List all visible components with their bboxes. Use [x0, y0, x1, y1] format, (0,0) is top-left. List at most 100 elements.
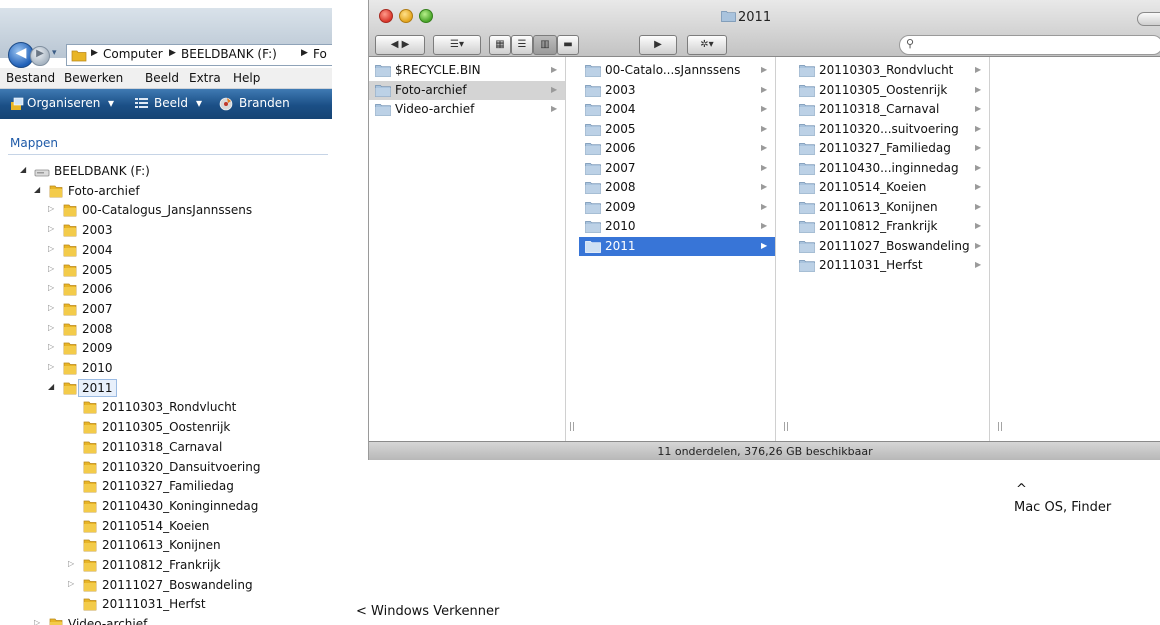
expand-icon[interactable]: ▷ — [48, 204, 54, 213]
folder-icon — [799, 182, 815, 194]
finder-item[interactable]: 20110430...inginnedag ▶ — [793, 159, 989, 178]
arrange-menu-button[interactable]: ☰▾ — [433, 35, 481, 55]
address-area: ◀ ▶ ▾ ▶ Computer ▶ BEELDBANK (F:) ▶ Fo — [0, 8, 332, 68]
action-menu-button[interactable]: ✲▾ — [687, 35, 727, 55]
expand-icon[interactable]: ▷ — [48, 244, 54, 253]
organize-dropdown-icon[interactable]: ▾ — [108, 96, 114, 110]
folder-icon — [585, 104, 601, 116]
folder-icon — [799, 201, 815, 214]
folders-heading[interactable]: Mappen — [10, 136, 58, 150]
organize-button[interactable]: Organiseren — [27, 96, 100, 110]
finder-item-label: 2011 — [605, 238, 636, 253]
disclosure-arrow-icon: ▶ — [761, 84, 768, 94]
collapse-icon[interactable]: ◢ — [48, 382, 54, 391]
expand-icon[interactable]: ▷ — [34, 618, 40, 625]
finder-item[interactable]: 2007 ▶ — [579, 159, 775, 178]
close-button[interactable] — [379, 9, 393, 23]
quicklook-button[interactable]: ▶ — [639, 35, 677, 55]
search-field[interactable]: ⚲ — [899, 35, 1160, 55]
recent-pages-dropdown-icon[interactable]: ▾ — [52, 48, 57, 58]
disclosure-arrow-icon: ▶ — [761, 104, 768, 113]
expand-icon[interactable]: ▷ — [48, 362, 54, 371]
expand-icon[interactable]: ▷ — [48, 323, 54, 332]
tree-item-label: Video-archief — [68, 617, 148, 625]
collapse-icon[interactable]: ◢ — [34, 185, 40, 194]
tree-item-label: 2011 — [78, 378, 117, 397]
folder-icon — [83, 500, 97, 513]
finder-item-label: 2009 — [605, 199, 636, 214]
menu-file[interactable]: Bestand — [6, 71, 55, 85]
finder-item-label: 2008 — [605, 180, 636, 194]
menu-view[interactable]: Beeld — [145, 71, 179, 85]
expand-icon[interactable]: ▷ — [48, 264, 54, 273]
menu-tools[interactable]: Extra — [189, 71, 221, 85]
forward-button[interactable]: ▶ — [30, 46, 50, 66]
folder-icon — [585, 221, 601, 233]
breadcrumb-separator-icon: ▶ — [169, 48, 176, 58]
finder-item[interactable]: 20111027_Boswandeling ▶ — [793, 237, 989, 256]
folder-icon — [799, 240, 815, 253]
finder-item-label: 00-Catalo...sJannssens — [605, 63, 741, 77]
back-forward-button[interactable]: ◀ ▶ — [375, 35, 425, 55]
finder-item[interactable]: 00-Catalo...sJannssens ▶ — [579, 61, 775, 80]
finder-item[interactable]: 20110320...suitvoering ▶ — [793, 120, 989, 139]
column-view-button[interactable]: ▥ — [533, 35, 557, 55]
finder-item[interactable]: Foto-archief ▶ — [369, 80, 565, 100]
finder-item[interactable]: 2003 ▶ — [579, 81, 775, 100]
expand-icon[interactable]: ▷ — [68, 559, 74, 568]
toolbar-toggle-button[interactable] — [1137, 12, 1160, 26]
finder-item-label: 20110812_Frankrijk — [819, 219, 938, 233]
finder-item[interactable]: 2009 ▶ — [579, 198, 775, 217]
menu-help[interactable]: Help — [233, 71, 260, 85]
expand-icon[interactable]: ▷ — [48, 283, 54, 292]
finder-item[interactable]: 20110812_Frankrijk ▶ — [793, 217, 989, 236]
folder-icon — [585, 84, 601, 97]
disclosure-arrow-icon: ▶ — [975, 201, 982, 211]
tree-item-label: 20110430_Koninginnedag — [102, 498, 259, 513]
disclosure-arrow-icon: ▶ — [761, 162, 768, 172]
finder-item[interactable]: 2008 ▶ — [579, 178, 775, 197]
menu-edit[interactable]: Bewerken — [64, 71, 123, 85]
minimize-button[interactable] — [399, 9, 413, 23]
finder-item[interactable]: 20110514_Koeien ▶ — [793, 178, 989, 197]
collapse-icon[interactable]: ◢ — [20, 165, 26, 174]
finder-item[interactable]: 20110318_Carnaval ▶ — [793, 100, 989, 119]
folder-icon — [63, 303, 77, 316]
coverflow-view-button[interactable]: ▬ — [557, 35, 579, 55]
tree-item-label: 2006 — [82, 282, 113, 297]
expand-icon[interactable]: ▷ — [48, 224, 54, 233]
finder-item[interactable]: 2011 ▶ — [579, 236, 775, 256]
icon-view-button[interactable]: ▦ — [489, 35, 511, 55]
finder-item[interactable]: Video-archief ▶ — [369, 100, 565, 119]
folder-icon — [63, 264, 77, 276]
finder-item[interactable]: 20110303_Rondvlucht ▶ — [793, 61, 989, 80]
zoom-button[interactable] — [419, 9, 433, 23]
finder-item[interactable]: 20110327_Familiedag ▶ — [793, 139, 989, 158]
disclosure-arrow-icon: ▶ — [975, 123, 982, 133]
finder-item[interactable]: $RECYCLE.BIN ▶ — [369, 61, 565, 80]
view-dropdown-icon[interactable]: ▾ — [196, 96, 202, 110]
disclosure-arrow-icon: ▶ — [975, 240, 982, 250]
address-bar[interactable]: ▶ Computer ▶ BEELDBANK (F:) ▶ Fo — [66, 44, 332, 66]
finder-item[interactable]: 20111031_Herfst ▶ — [793, 256, 989, 275]
finder-item-label: 2010 — [605, 219, 636, 233]
finder-item[interactable]: 2010 ▶ — [579, 217, 775, 236]
expand-icon[interactable]: ▷ — [68, 579, 74, 588]
caption-mac-finder: Mac OS, Finder — [1014, 500, 1112, 515]
list-view-button[interactable]: ☰ — [511, 35, 533, 55]
breadcrumb-computer[interactable]: Computer — [103, 47, 163, 61]
finder-item[interactable]: 20110305_Oostenrijk ▶ — [793, 81, 989, 100]
folder-icon — [585, 182, 601, 194]
finder-item[interactable]: 20110613_Konijnen ▶ — [793, 198, 989, 217]
finder-item[interactable]: 2005 ▶ — [579, 120, 775, 139]
burn-button[interactable]: Branden — [239, 96, 290, 110]
folder-icon — [83, 539, 97, 552]
expand-icon[interactable]: ▷ — [48, 303, 54, 312]
breadcrumb-folder[interactable]: Fo — [313, 47, 327, 61]
finder-item[interactable]: 2006 ▶ — [579, 139, 775, 158]
expand-icon[interactable]: ▷ — [48, 342, 54, 351]
tree-item-label: 20110303_Rondvlucht — [102, 400, 237, 415]
view-button[interactable]: Beeld — [154, 96, 188, 110]
breadcrumb-drive[interactable]: BEELDBANK (F:) — [181, 47, 277, 61]
finder-item[interactable]: 2004 ▶ — [579, 100, 775, 119]
